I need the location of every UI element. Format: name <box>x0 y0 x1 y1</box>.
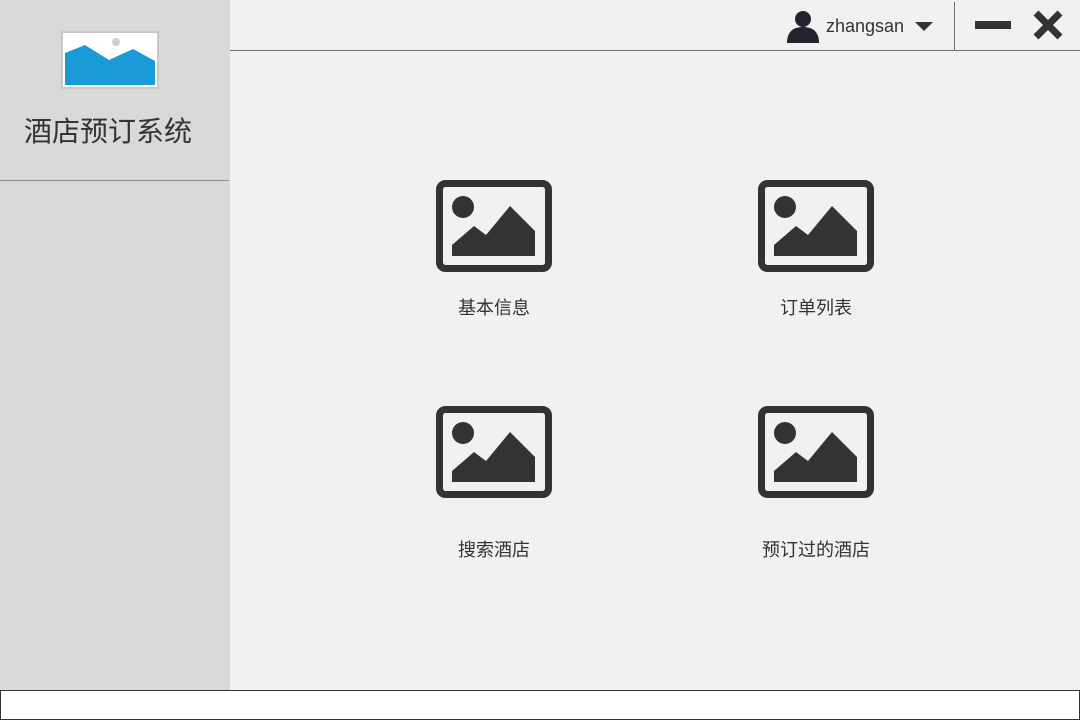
tile-booked-hotels[interactable]: 预订过的酒店 <box>716 406 916 566</box>
image-placeholder-icon <box>758 406 874 498</box>
top-bar: zhangsan <box>230 0 1080 51</box>
tile-basic-info[interactable]: 基本信息 <box>394 180 594 340</box>
tile-order-list[interactable]: 订单列表 <box>716 180 916 340</box>
image-placeholder-icon <box>436 180 552 272</box>
image-placeholder-icon <box>436 406 552 498</box>
tile-search-hotel[interactable]: 搜索酒店 <box>394 406 594 566</box>
chevron-down-icon[interactable] <box>914 20 934 32</box>
logo-image-icon <box>61 31 159 89</box>
app-title: 酒店预订系统 <box>23 115 192 148</box>
sidebar: 酒店预订系统 <box>0 0 230 690</box>
image-placeholder-icon <box>758 180 874 272</box>
user-avatar-icon <box>787 11 819 43</box>
close-button[interactable] <box>1030 8 1066 42</box>
status-bar <box>0 690 1080 720</box>
close-icon <box>1033 10 1063 40</box>
tile-label: 订单列表 <box>780 298 852 319</box>
tile-label: 预订过的酒店 <box>762 540 870 561</box>
user-menu[interactable]: zhangsan <box>786 8 934 44</box>
minimize-button[interactable] <box>975 8 1011 42</box>
username-label: zhangsan <box>826 15 905 36</box>
minimize-icon <box>975 21 1011 29</box>
tile-label: 搜索酒店 <box>458 540 530 561</box>
tile-label: 基本信息 <box>458 298 530 319</box>
sidebar-header: 酒店预订系统 <box>0 0 229 181</box>
topbar-divider <box>954 2 955 50</box>
